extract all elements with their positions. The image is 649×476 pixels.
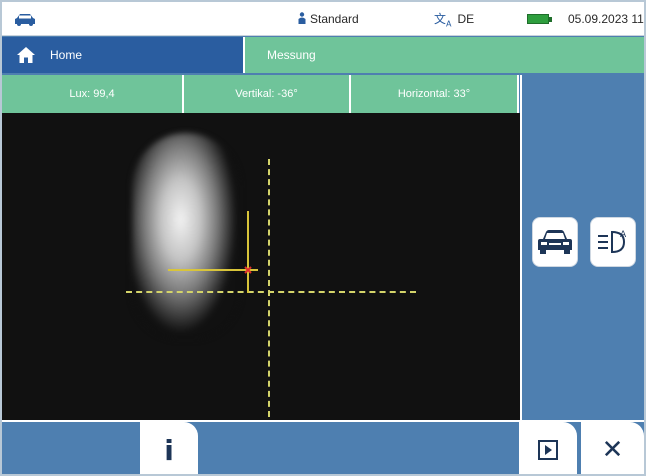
headlight-beam-icon: A: [598, 230, 627, 254]
headlight-beam-spot: [132, 133, 240, 339]
profile-label: Standard: [310, 12, 359, 26]
app-frame: Standard 文A DE 05.09.2023 11:03 Home Mess…: [0, 0, 646, 476]
battery-icon: [527, 14, 552, 24]
reference-line-vertical: [268, 159, 270, 417]
language-label: DE: [457, 12, 475, 26]
play-button[interactable]: [519, 422, 577, 474]
tab-messung[interactable]: Messung: [245, 37, 644, 73]
house-icon: [17, 47, 35, 63]
car-front-icon: [538, 230, 572, 254]
hotspot-marker: [244, 266, 252, 274]
person-icon: [298, 12, 306, 24]
vehicle-button[interactable]: [532, 217, 578, 267]
vertical-readout: Vertikal: -36°: [184, 75, 351, 113]
home-button[interactable]: Home: [2, 37, 243, 73]
lux-readout: Lux: 99,4: [2, 75, 184, 113]
beam-viewport: [2, 113, 520, 420]
nav-bar: Home Messung: [2, 37, 644, 73]
datetime-label: 05.09.2023 11:03: [568, 12, 644, 26]
side-panel: A: [520, 75, 644, 420]
language-indicator[interactable]: 文A DE: [434, 2, 474, 36]
horizontal-readout: Horizontal: 33°: [351, 75, 519, 113]
readout-bar: Lux: 99,4 Vertikal: -36° Horizontal: 33°: [2, 75, 520, 113]
profile-indicator[interactable]: Standard: [298, 2, 359, 36]
translate-icon: 文A: [434, 12, 452, 29]
headlight-mode-button[interactable]: A: [590, 217, 636, 267]
bottom-bar: i ✕: [2, 420, 644, 474]
play-icon: [538, 440, 558, 460]
status-bar: Standard 文A DE 05.09.2023 11:03: [2, 2, 644, 36]
car-icon: [15, 14, 35, 26]
close-button[interactable]: ✕: [581, 422, 644, 474]
home-label: Home: [50, 48, 83, 62]
svg-text:A: A: [620, 230, 627, 240]
reference-line-horizontal: [126, 291, 416, 293]
beam-cursor-vertical: [247, 211, 249, 293]
info-button[interactable]: i: [140, 422, 198, 474]
